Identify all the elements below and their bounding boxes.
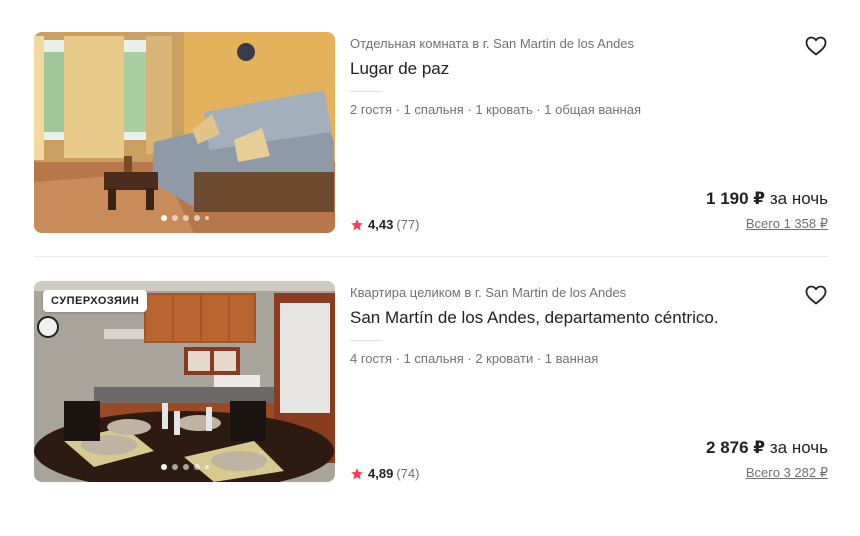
price-per-night: 2 876 ₽ за ночь [706,438,828,458]
listing-details: 4 гостя · 1 спальня · 2 кровати · 1 ванн… [350,351,599,366]
price-unit: за ночь [769,438,828,457]
heart-outline-icon[interactable] [804,34,828,58]
rating: 4,89 (74) [350,466,419,481]
superhost-badge: СУПЕРХОЗЯИН [43,290,148,312]
photo-carousel-dots [34,464,335,470]
listing-photo[interactable]: СУПЕРХОЗЯИН [34,281,335,482]
listing-subtitle: Квартира целиком в г. San Martin de los … [350,285,627,300]
listing-info: Квартира целиком в г. San Martin de los … [350,281,828,482]
rating-score: 4,43 [368,217,394,232]
listing-photo[interactable] [34,32,335,233]
photo-carousel-dots [34,215,335,221]
carousel-dot [160,215,167,221]
star-icon [351,467,363,479]
carousel-dot [171,215,178,221]
carousel-dot [182,464,189,470]
divider [350,91,382,92]
rating-count: (74) [396,466,420,481]
listing-card[interactable]: Отдельная комната в г. San Martin de los… [34,32,828,233]
listing-title[interactable]: San Martín de los Andes, departamento cé… [350,308,719,328]
carousel-dot [160,464,167,470]
rating: 4,43 (77) [350,217,419,232]
rating-score: 4,89 [368,466,394,481]
listing-title[interactable]: Lugar de paz [350,59,449,79]
heart-outline-icon[interactable] [804,283,828,307]
price-total-link[interactable]: Всего 3 282 ₽ [746,465,828,481]
rating-count: (77) [396,217,420,232]
listing-divider [34,256,828,257]
divider [350,340,382,341]
room-photo-image [34,32,335,233]
carousel-dot [182,215,189,221]
carousel-dot [204,216,209,220]
price-amount: 1 190 ₽ [706,189,766,208]
carousel-dot [193,215,200,221]
price-per-night: 1 190 ₽ за ночь [706,189,828,209]
listing-card[interactable]: СУПЕРХОЗЯИН Квартира целиком в г. San Ma… [34,281,828,482]
price-unit: за ночь [769,189,828,208]
carousel-dot [204,465,209,469]
listing-info: Отдельная комната в г. San Martin de los… [350,32,828,233]
price-total-link[interactable]: Всего 1 358 ₽ [746,216,828,232]
listing-details: 2 гостя · 1 спальня · 1 кровать · 1 обща… [350,102,642,117]
listing-subtitle: Отдельная комната в г. San Martin de los… [350,36,635,51]
carousel-dot [171,464,178,470]
price-amount: 2 876 ₽ [706,438,766,457]
carousel-dot [193,464,200,470]
star-icon [351,218,363,230]
